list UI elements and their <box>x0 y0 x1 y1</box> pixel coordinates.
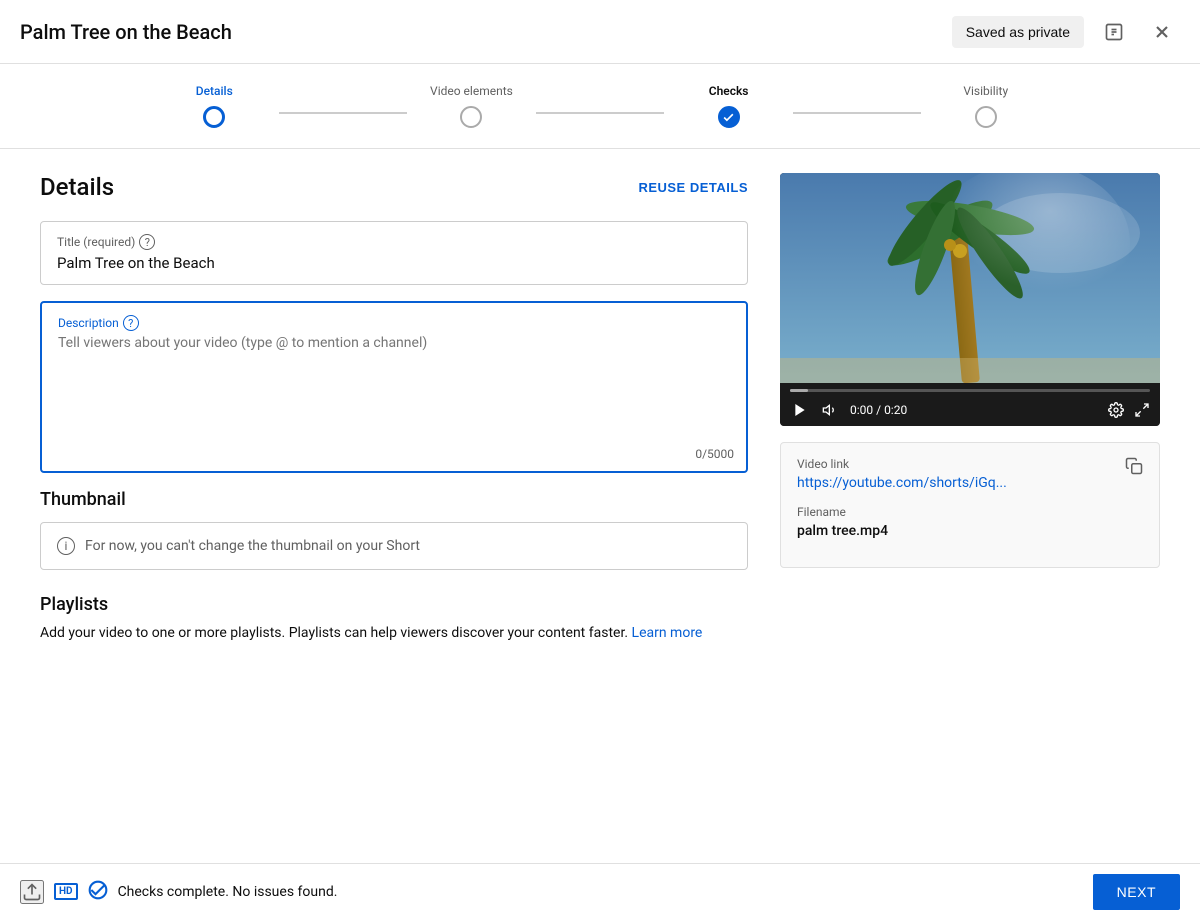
close-button[interactable] <box>1144 14 1180 50</box>
description-help-icon: ? <box>123 315 139 331</box>
check-filled-icon <box>88 880 108 900</box>
description-label: Description ? <box>58 315 730 331</box>
description-box: Description ? 0/5000 <box>40 301 748 473</box>
step-checks-label: Checks <box>709 84 749 98</box>
title-field-label: Title (required) ? <box>57 234 731 250</box>
main-content: Details REUSE DETAILS Title (required) ?… <box>0 149 1200 868</box>
palm-tree-illustration <box>780 173 1160 383</box>
step-video-elements-circle <box>460 106 482 128</box>
step-video-elements[interactable]: Video elements <box>407 84 536 128</box>
video-link-label: Video link <box>797 457 1007 471</box>
playlists-section: Playlists Add your video to one or more … <box>40 594 748 644</box>
filename-value: palm tree.mp4 <box>797 523 1143 539</box>
step-checks-circle <box>718 106 740 128</box>
step-checks[interactable]: Checks <box>664 84 793 128</box>
close-icon <box>1152 22 1172 42</box>
check-complete-icon <box>88 880 108 904</box>
section-header: Details REUSE DETAILS <box>40 173 748 201</box>
next-button[interactable]: NEXT <box>1093 874 1180 910</box>
video-info-box: Video link https://youtube.com/shorts/iG… <box>780 442 1160 568</box>
flag-button[interactable] <box>1096 14 1132 50</box>
play-icon <box>792 402 808 418</box>
filename-label: Filename <box>797 505 1143 519</box>
playlists-title: Playlists <box>40 594 748 615</box>
fullscreen-button[interactable] <box>1134 402 1150 418</box>
section-title: Details <box>40 173 114 201</box>
title-help-icon: ? <box>139 234 155 250</box>
settings-icon <box>1108 402 1124 418</box>
video-preview: 0:00 / 0:20 <box>780 173 1160 426</box>
video-link[interactable]: https://youtube.com/shorts/iGq... <box>797 475 1007 491</box>
footer: HD Checks complete. No issues found. NEX… <box>0 863 1200 919</box>
video-thumbnail <box>780 173 1160 383</box>
flag-icon <box>1104 22 1124 42</box>
thumbnail-note: i For now, you can't change the thumbnai… <box>40 522 748 570</box>
hd-badge: HD <box>54 883 78 900</box>
step-line-3 <box>793 112 922 114</box>
page-title: Palm Tree on the Beach <box>20 20 232 44</box>
video-link-row: Video link https://youtube.com/shorts/iG… <box>797 457 1143 491</box>
stepper: Details Video elements Checks Visibility <box>0 64 1200 149</box>
upload-icon <box>22 882 42 902</box>
step-line-2 <box>536 112 665 114</box>
copy-icon <box>1125 457 1143 475</box>
char-count: 0/5000 <box>695 447 734 461</box>
play-button[interactable] <box>790 400 810 420</box>
volume-button[interactable] <box>820 400 840 420</box>
learn-more-link[interactable]: Learn more <box>632 625 703 641</box>
step-details-circle <box>203 106 225 128</box>
upload-button[interactable] <box>20 880 44 904</box>
title-input[interactable] <box>57 254 731 272</box>
time-display: 0:00 / 0:20 <box>850 403 1098 417</box>
thumbnail-title: Thumbnail <box>40 489 748 510</box>
reuse-details-button[interactable]: REUSE DETAILS <box>638 180 748 195</box>
header-actions: Saved as private <box>952 14 1180 50</box>
title-field-box: Title (required) ? <box>40 221 748 285</box>
left-panel: Details REUSE DETAILS Title (required) ?… <box>40 173 748 844</box>
info-icon: i <box>57 537 75 555</box>
step-visibility-label: Visibility <box>963 84 1008 98</box>
check-icon <box>722 111 735 124</box>
saved-as-private-button[interactable]: Saved as private <box>952 16 1084 48</box>
progress-fill <box>790 389 808 392</box>
video-controls: 0:00 / 0:20 <box>780 383 1160 426</box>
step-video-elements-label: Video elements <box>430 84 513 98</box>
progress-bar[interactable] <box>790 389 1150 392</box>
playlists-description: Add your video to one or more playlists.… <box>40 623 748 644</box>
step-visibility[interactable]: Visibility <box>921 84 1050 128</box>
footer-left: HD Checks complete. No issues found. <box>20 880 1081 904</box>
step-line-1 <box>279 112 408 114</box>
fullscreen-icon <box>1134 402 1150 418</box>
step-visibility-circle <box>975 106 997 128</box>
right-panel: 0:00 / 0:20 <box>780 173 1160 844</box>
volume-icon <box>822 402 838 418</box>
description-textarea[interactable] <box>58 335 730 455</box>
footer-status: Checks complete. No issues found. <box>118 884 338 900</box>
settings-button[interactable] <box>1108 402 1124 418</box>
thumbnail-section: Thumbnail i For now, you can't change th… <box>40 489 748 570</box>
header: Palm Tree on the Beach Saved as private <box>0 0 1200 64</box>
step-details[interactable]: Details <box>150 84 279 128</box>
filename-row: Filename palm tree.mp4 <box>797 505 1143 539</box>
step-details-label: Details <box>196 84 233 98</box>
copy-link-button[interactable] <box>1125 457 1143 475</box>
